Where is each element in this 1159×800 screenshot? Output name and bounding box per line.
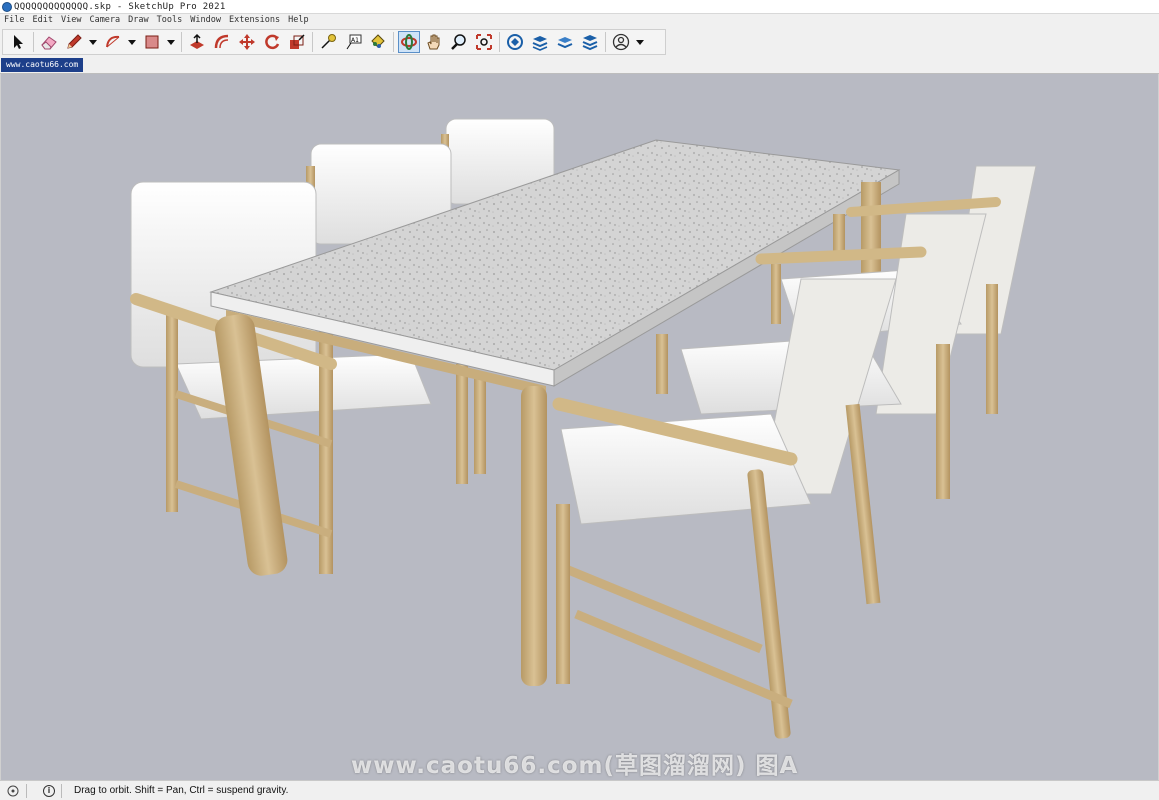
- toolbar-separator: [181, 32, 182, 52]
- rectangle-dropdown-button[interactable]: [166, 31, 176, 53]
- layout-button[interactable]: [554, 31, 576, 53]
- account-icon: [612, 33, 630, 51]
- status-bar: i Drag to orbit. Shift = Pan, Ctrl = sus…: [0, 780, 1159, 800]
- pencil-dropdown-button[interactable]: [88, 31, 98, 53]
- rotate-tool-button[interactable]: [261, 31, 283, 53]
- zoom-extents-tool-button[interactable]: [473, 31, 495, 53]
- chevron-down-icon: [636, 40, 644, 45]
- rectangle-tool-button[interactable]: [141, 31, 163, 53]
- eraser-tool-button[interactable]: [38, 31, 60, 53]
- toolbar-separator: [33, 32, 34, 52]
- pencil-tool-button[interactable]: [63, 31, 85, 53]
- zoom-extents-icon: [476, 34, 492, 50]
- menu-file[interactable]: File: [0, 14, 28, 27]
- extension-manager-button[interactable]: [579, 31, 601, 53]
- arc-icon: [106, 35, 120, 48]
- chevron-down-icon: [89, 40, 97, 45]
- scale-tool-button[interactable]: [286, 31, 308, 53]
- text-tool-button[interactable]: A1: [342, 31, 364, 53]
- instructor-help-icon[interactable]: i: [43, 784, 55, 797]
- status-message: Drag to orbit. Shift = Pan, Ctrl = suspe…: [74, 785, 289, 796]
- menu-help[interactable]: Help: [284, 14, 312, 27]
- warehouse-icon: [507, 34, 523, 50]
- account-button[interactable]: [610, 31, 632, 53]
- arc-dropdown-button[interactable]: [127, 31, 137, 53]
- text-icon: A1: [346, 34, 362, 50]
- menu-extensions[interactable]: Extensions: [225, 14, 284, 27]
- rectangle-icon: [145, 35, 159, 49]
- menu-edit[interactable]: Edit: [28, 14, 56, 27]
- watermark-text: www.caotu66.com(草图溜溜网) 图A: [351, 753, 799, 779]
- orbit-icon: [401, 34, 417, 50]
- menu-view[interactable]: View: [57, 14, 85, 27]
- getting-started-toolbar: A1: [2, 29, 666, 55]
- scene-tab-bar: www.caotu66.com: [0, 56, 1159, 74]
- offset-icon: [214, 34, 229, 49]
- warehouse-button[interactable]: [504, 31, 526, 53]
- move-icon: [239, 34, 255, 50]
- extension-manager-icon: [582, 35, 598, 51]
- pan-tool-button[interactable]: [423, 31, 445, 53]
- dining-set-model: [130, 118, 1037, 739]
- toolbar-separator: [499, 32, 500, 52]
- title-bar: QQQQQQQQQQQQQ.skp - SketchUp Pro 2021: [0, 0, 1159, 14]
- toolbar-separator: [312, 32, 313, 52]
- extension-warehouse-button[interactable]: [529, 31, 551, 53]
- sketchup-app-icon: [2, 1, 12, 12]
- account-dropdown-button[interactable]: [635, 31, 645, 53]
- scene-tab[interactable]: www.caotu66.com: [1, 58, 84, 72]
- pencil-icon: [67, 34, 82, 49]
- model-viewport[interactable]: www.caotu66.com(草图溜溜网) 图A: [0, 74, 1159, 780]
- pan-icon: [427, 34, 440, 50]
- window-title: QQQQQQQQQQQQQ.skp - SketchUp Pro 2021: [14, 1, 226, 12]
- paint-bucket-tool-button[interactable]: [367, 31, 389, 53]
- layout-icon: [557, 37, 573, 49]
- chevron-down-icon: [167, 40, 175, 45]
- menu-bar: File Edit View Camera Draw Tools Window …: [0, 14, 1159, 27]
- select-icon: [14, 35, 23, 49]
- status-divider: [61, 783, 62, 798]
- text-tool-label: A1: [351, 37, 359, 44]
- chevron-down-icon: [128, 40, 136, 45]
- menu-window[interactable]: Window: [186, 14, 225, 27]
- paint-bucket-icon: [371, 34, 385, 48]
- toolbar-separator: [605, 32, 606, 52]
- tape-measure-icon: [321, 34, 336, 49]
- select-tool-button[interactable]: [7, 31, 29, 53]
- offset-tool-button[interactable]: [211, 31, 233, 53]
- push-pull-tool-button[interactable]: [186, 31, 208, 53]
- orbit-tool-button[interactable]: [398, 31, 420, 53]
- rotate-icon: [265, 34, 280, 50]
- zoom-icon: [451, 34, 466, 50]
- menu-camera[interactable]: Camera: [85, 14, 124, 27]
- scale-icon: [290, 34, 305, 49]
- toolbar-separator: [393, 32, 394, 52]
- geo-location-icon-glyph: [7, 785, 19, 796]
- arc-tool-button[interactable]: [102, 31, 124, 53]
- menu-tools[interactable]: Tools: [153, 14, 187, 27]
- menu-draw[interactable]: Draw: [124, 14, 152, 27]
- tape-measure-tool-button[interactable]: [317, 31, 339, 53]
- geo-location-icon[interactable]: [6, 784, 20, 798]
- extension-warehouse-icon: [532, 36, 548, 51]
- move-tool-button[interactable]: [236, 31, 258, 53]
- push-pull-icon: [190, 33, 204, 49]
- eraser-icon: [41, 36, 57, 50]
- status-divider: [26, 783, 27, 798]
- zoom-tool-button[interactable]: [448, 31, 470, 53]
